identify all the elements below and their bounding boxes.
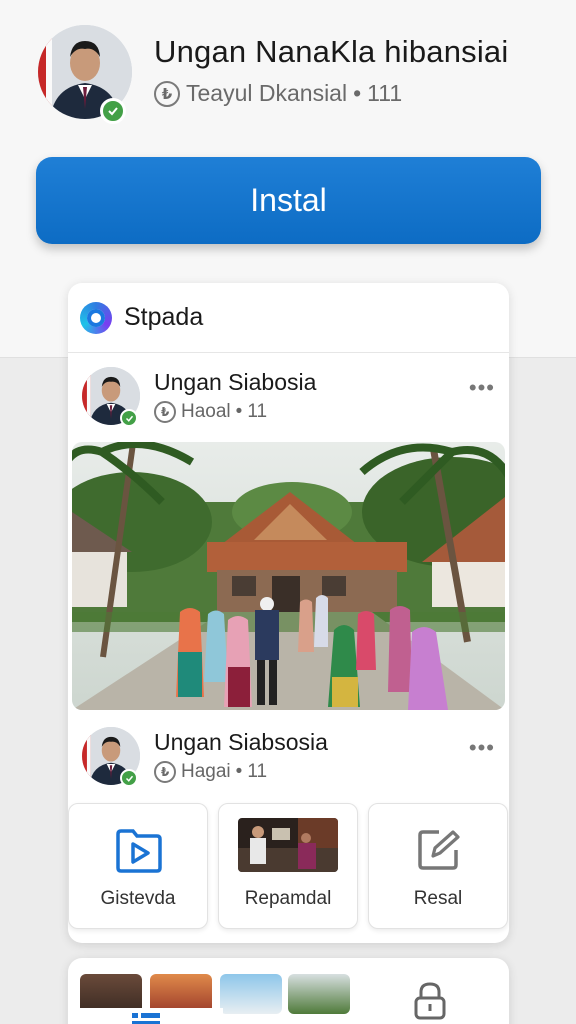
separator: • — [235, 761, 243, 782]
post-author-name: Ungan Siabosia — [154, 369, 317, 395]
edit-square-icon — [418, 830, 460, 870]
more-options-icon[interactable]: ••• — [469, 737, 495, 759]
profile-name: Ungan NanaKla hibansiai — [154, 34, 509, 69]
tile-label: Gistevda — [100, 888, 176, 909]
card-header: Stpada — [68, 283, 509, 353]
post-meta-text: Hagai — [181, 761, 231, 782]
profile-subtitle-text: Teayul Dkansial — [186, 80, 348, 106]
tile-repamdal[interactable]: Repamdal — [218, 803, 358, 929]
nav-list[interactable] — [68, 1008, 223, 1024]
post-photo[interactable] — [72, 442, 505, 710]
nav-lock[interactable] — [410, 980, 450, 1020]
feed-card: Stpada Ungan Siabosia ₺ Haoal • 11 ••• U… — [68, 283, 509, 943]
currency-circle-icon: ₺ — [154, 80, 180, 107]
lock-icon — [414, 982, 446, 1020]
bottom-card — [68, 958, 509, 1024]
tile-resal[interactable]: Resal — [368, 803, 508, 929]
post-meta: ₺ Haoal • 11 — [154, 401, 267, 423]
thumbnail[interactable] — [220, 974, 282, 1014]
currency-circle-icon: ₺ — [154, 761, 176, 783]
post-author-name: Ungan Siabsosia — [154, 729, 328, 755]
post-meta: ₺ Hagai • 11 — [154, 761, 267, 783]
post-meta-count: 11 — [247, 761, 268, 782]
tile-label: Resal — [413, 888, 463, 909]
action-tiles: Gistevda Repamdal Resal — [68, 803, 509, 929]
card-title: Stpada — [124, 303, 204, 331]
verified-badge-icon — [120, 769, 138, 787]
post-meta-count: 11 — [247, 401, 268, 422]
video-thumbnail — [238, 818, 338, 872]
thumbnail[interactable] — [288, 974, 350, 1014]
verified-badge-icon — [100, 98, 126, 124]
install-button[interactable]: Instal — [36, 157, 541, 244]
separator: • — [353, 80, 362, 106]
profile-subtitle: ₺ Teayul Dkansial • 111 — [154, 80, 402, 107]
separator: • — [235, 401, 243, 422]
tile-label: Repamdal — [244, 888, 332, 909]
post-header[interactable]: Ungan Siabosia ₺ Haoal • 11 ••• — [68, 367, 509, 439]
ring-logo-icon — [80, 301, 112, 334]
post-header[interactable]: Ungan Siabsosia ₺ Hagai • 11 ••• — [68, 727, 509, 799]
play-folder-icon — [116, 829, 162, 873]
currency-circle-icon: ₺ — [154, 401, 176, 423]
village-scene-image — [72, 442, 505, 710]
post-meta-text: Haoal — [181, 401, 231, 422]
profile-subtitle-count: 111 — [367, 80, 403, 106]
tile-gistevda[interactable]: Gistevda — [68, 803, 208, 929]
more-options-icon[interactable]: ••• — [469, 377, 495, 399]
list-icon — [131, 1013, 160, 1024]
verified-badge-icon — [120, 409, 138, 427]
